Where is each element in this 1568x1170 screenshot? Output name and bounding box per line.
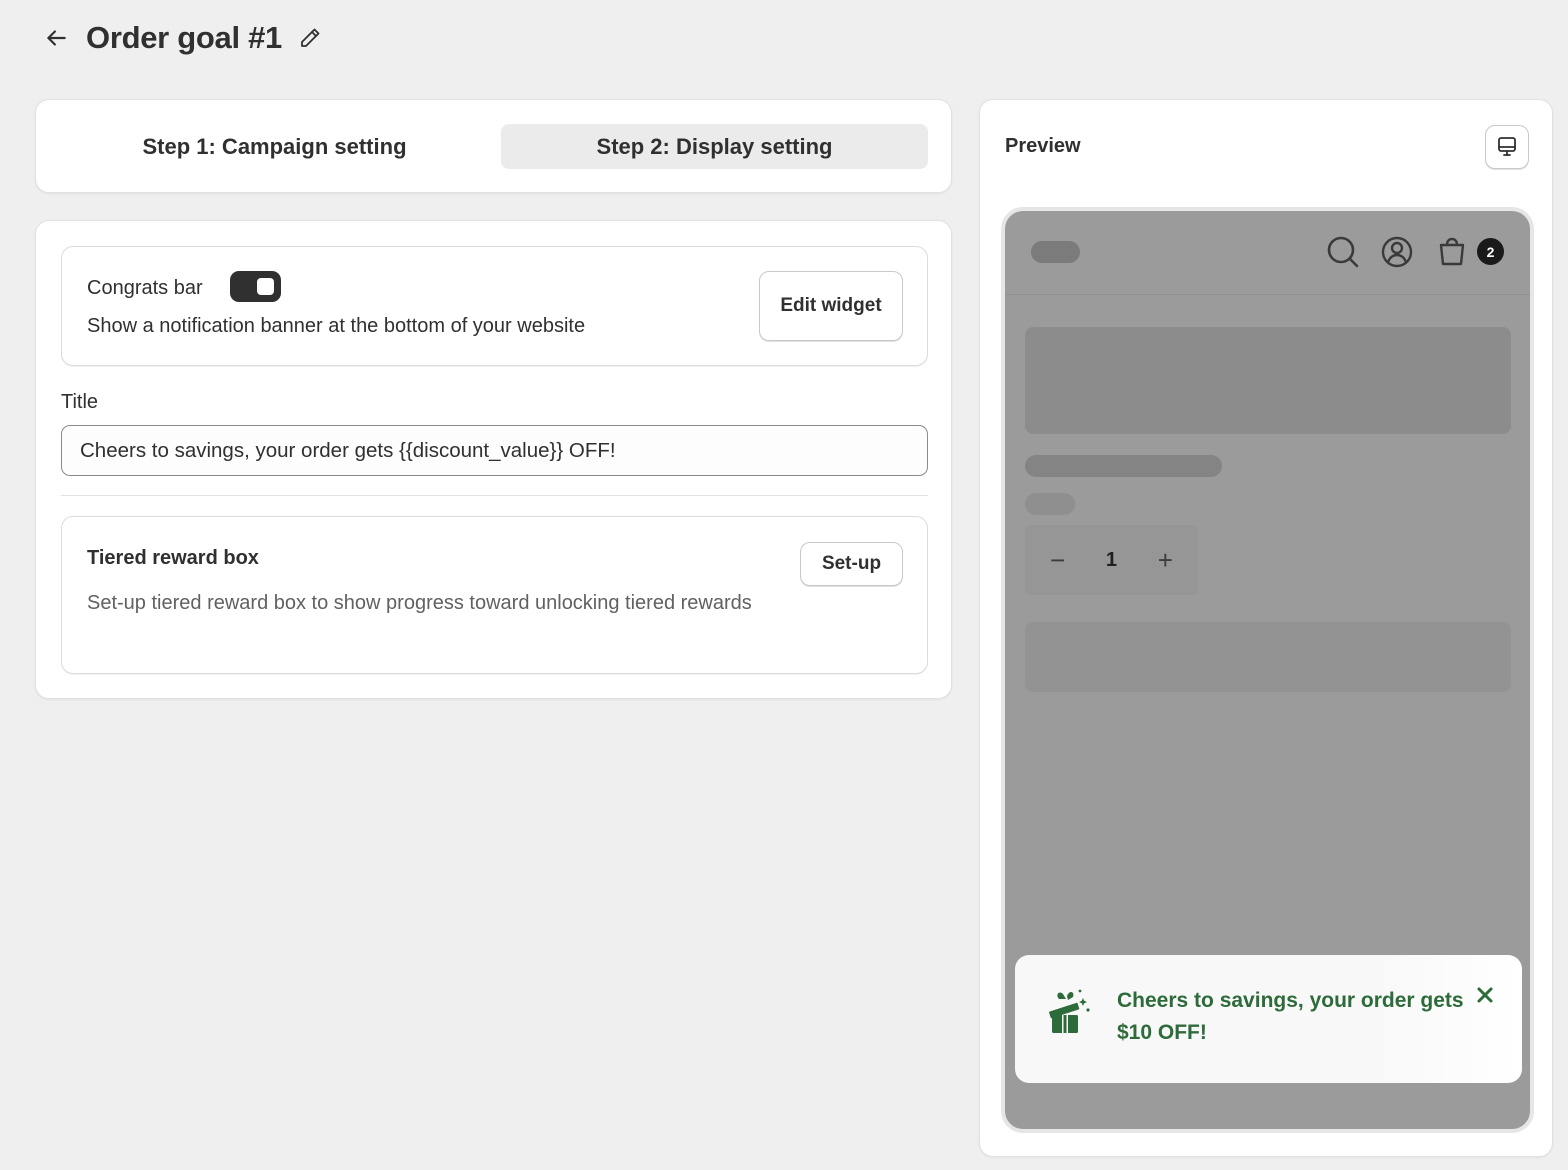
pencil-icon [301, 28, 320, 47]
edit-title-button[interactable] [296, 24, 324, 52]
toggle-knob [257, 278, 274, 295]
steps-card: Step 1: Campaign setting Step 2: Display… [35, 99, 952, 193]
tab-campaign-setting[interactable]: Step 1: Campaign setting [61, 124, 488, 169]
congrats-banner-text: Cheers to savings, your order gets $10 O… [1117, 989, 1464, 1044]
arrow-left-icon [47, 30, 66, 46]
congrats-bar-section: Congrats bar Show a notification banner … [61, 246, 928, 366]
tiered-reward-description: Set-up tiered reward box to show progres… [87, 592, 752, 614]
congrats-bar-title: Congrats bar [87, 277, 203, 299]
page-title: Order goal #1 [86, 20, 282, 55]
minus-icon: − [1050, 544, 1066, 575]
desktop-icon [1498, 137, 1516, 156]
account-icon [1380, 235, 1414, 269]
search-icon [1326, 235, 1360, 269]
cart-count-badge: 2 [1477, 238, 1504, 265]
phone-preview: 2 − 1 + Cheers to savings, your order ge… [1001, 207, 1534, 1133]
add-to-cart-placeholder [1025, 622, 1511, 692]
setup-button[interactable]: Set-up [800, 542, 903, 586]
congrats-bar-description: Show a notification banner at the bottom… [87, 315, 586, 337]
display-settings-card: Congrats bar Show a notification banner … [35, 220, 952, 699]
quantity-stepper: − 1 + [1025, 525, 1198, 595]
tiered-reward-title: Tiered reward box [87, 547, 259, 569]
title-field-label: Title [61, 391, 99, 413]
tab-display-setting[interactable]: Step 2: Display setting [501, 124, 928, 169]
quantity-value: 1 [1105, 548, 1118, 571]
store-logo-placeholder [1031, 241, 1080, 263]
page-header: Order goal #1 [40, 14, 324, 62]
preview-title: Preview [1005, 135, 1081, 157]
preview-card: Preview 2 − 1 + Cheers to savings, your … [979, 99, 1553, 1157]
cart-icon [1435, 235, 1469, 269]
product-price-placeholder [1025, 493, 1075, 515]
edit-widget-button[interactable]: Edit widget [759, 271, 903, 341]
divider [61, 495, 928, 496]
product-image-placeholder [1025, 327, 1511, 434]
close-icon[interactable] [1473, 983, 1497, 1007]
gift-icon [1043, 985, 1095, 1035]
back-button[interactable] [40, 22, 72, 54]
plus-icon: + [1157, 544, 1173, 575]
product-title-placeholder [1025, 455, 1222, 477]
title-input[interactable]: Cheers to savings, your order gets {{dis… [61, 425, 928, 476]
store-header: 2 [1005, 211, 1530, 295]
congrats-bar-preview: Cheers to savings, your order gets $10 O… [1015, 955, 1522, 1083]
congrats-bar-toggle[interactable] [230, 271, 281, 302]
device-toggle-button[interactable] [1485, 125, 1529, 169]
tiered-reward-section: Tiered reward box Set-up tiered reward b… [61, 516, 928, 674]
